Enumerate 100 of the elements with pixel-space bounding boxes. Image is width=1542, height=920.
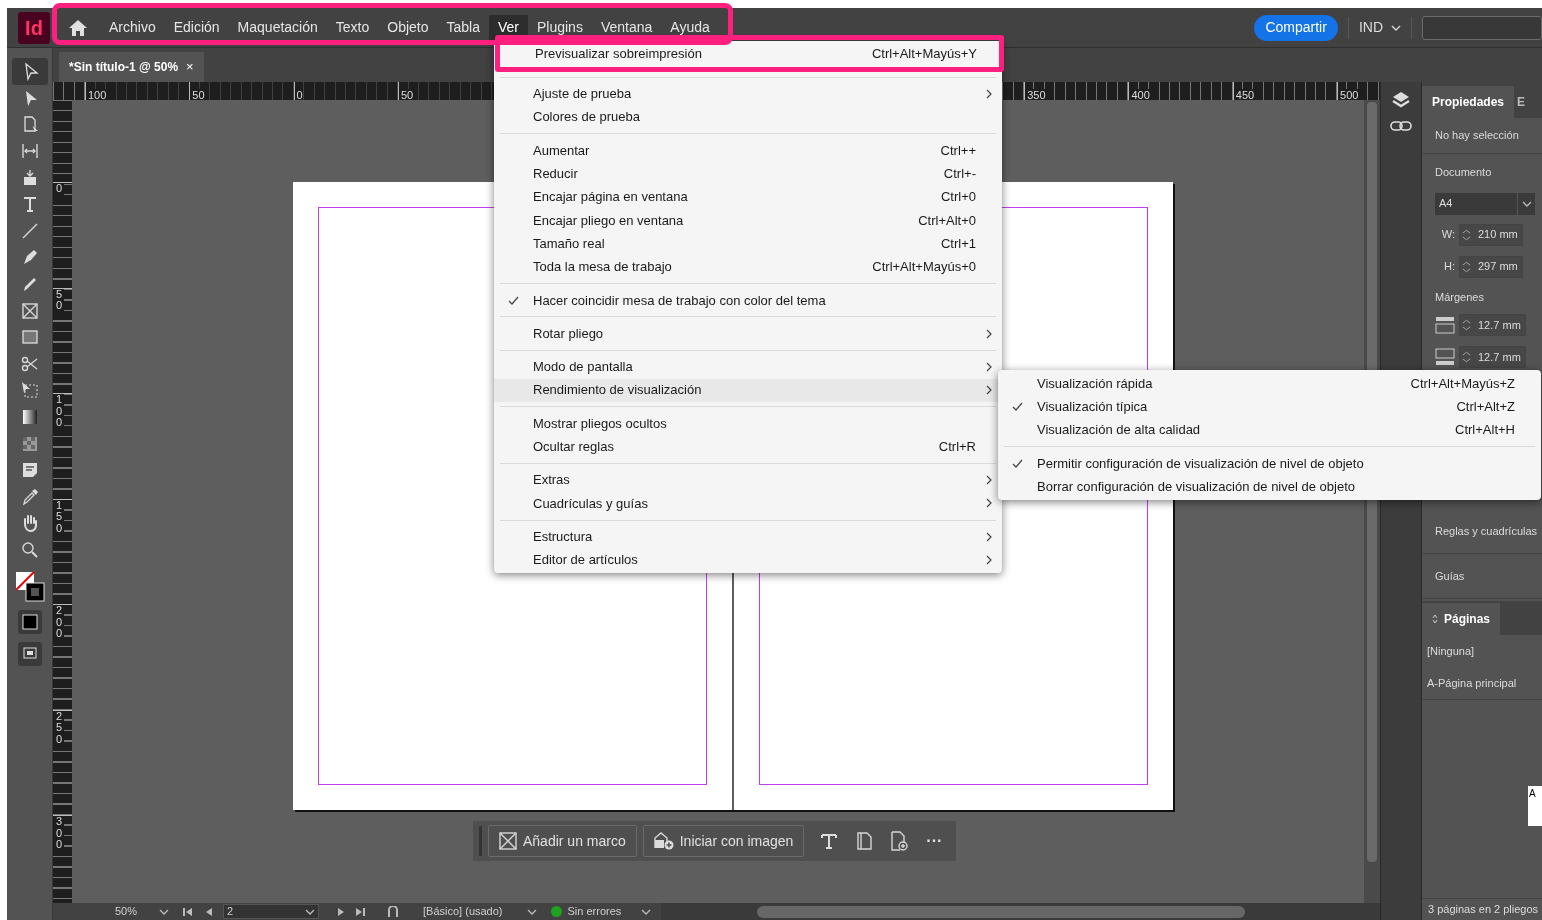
document-title: *Sin título-1 @ 50% xyxy=(69,59,179,76)
ruler-label: 50 xyxy=(190,89,205,101)
last-page-icon[interactable] xyxy=(355,906,366,917)
chevron-down-icon[interactable] xyxy=(159,908,170,915)
section-heading[interactable]: Guías xyxy=(1435,567,1465,585)
stepper-icon xyxy=(1460,258,1474,275)
next-page-icon[interactable] xyxy=(337,906,346,917)
page-count: 3 páginas en 2 pliegos xyxy=(1428,902,1539,918)
chevron-down-icon xyxy=(1391,24,1401,31)
home-icon[interactable] xyxy=(68,18,88,37)
stepper-icon xyxy=(1460,317,1474,333)
menu-item[interactable]: Plugins xyxy=(528,14,592,41)
ruler-label: 150 xyxy=(53,499,64,535)
ruler-label: 400 xyxy=(1129,89,1150,101)
chevron-down-icon xyxy=(1521,200,1532,207)
sort-icon xyxy=(1432,614,1438,624)
frame-tool-icon xyxy=(19,300,40,321)
number-field[interactable]: 12.7 mm xyxy=(1459,346,1526,368)
menu-item[interactable]: Ventana xyxy=(591,14,662,41)
number-field[interactable]: 297 mm xyxy=(1459,255,1523,278)
parent-page-item[interactable]: A-Página principal xyxy=(1427,674,1517,692)
more-button[interactable]: ··· xyxy=(926,833,943,849)
free-transform-icon xyxy=(19,380,40,401)
menu-item[interactable]: Texto xyxy=(326,14,379,41)
page-thumbnail[interactable]: A xyxy=(1528,786,1542,826)
zoom-level[interactable]: 50% xyxy=(115,903,138,920)
menu-item[interactable]: Tabla xyxy=(437,14,489,41)
context-button[interactable]: Iniciar con imagen xyxy=(642,825,805,857)
panel-tab[interactable]: Páginas xyxy=(1422,603,1501,635)
type-icon[interactable] xyxy=(820,832,839,850)
document-icon[interactable] xyxy=(856,832,873,850)
workspace-dropdown[interactable]: IND xyxy=(1358,17,1401,38)
menu-entry[interactable]: Encajar pliego en ventana Ctrl+Alt+0 xyxy=(494,208,1002,233)
menu-item[interactable]: Edición xyxy=(164,14,229,41)
menu-entry[interactable]: Ajuste de prueba xyxy=(494,82,1002,106)
preflight-status: Sin errores xyxy=(567,904,622,920)
chevron-down-icon xyxy=(305,908,316,915)
status-dot-icon xyxy=(550,906,562,917)
ruler-label: 0 xyxy=(53,183,64,195)
normal-mode-icon xyxy=(16,609,43,636)
horizontal-scrollbar-thumb[interactable] xyxy=(757,905,1246,918)
preflight-profile[interactable]: [Básico] (usado) xyxy=(423,903,503,920)
menu-entry[interactable]: Reducir Ctrl+- xyxy=(494,162,1002,186)
ruler-label: 500 xyxy=(1338,89,1359,101)
context-button[interactable]: Añadir un marco xyxy=(488,825,637,857)
section-heading: Márgenes xyxy=(1435,289,1485,305)
ruler-label: 350 xyxy=(1025,89,1046,101)
menu-entry[interactable]: Aumentar Ctrl++ xyxy=(494,138,1002,163)
stepper-icon xyxy=(1460,349,1474,365)
ruler-label: 200 xyxy=(53,605,64,640)
fill-stroke-swatch-icon xyxy=(14,571,45,604)
menu-item[interactable]: Objeto xyxy=(378,14,438,41)
menu-entry[interactable]: Previsualizar sobreimpresión Ctrl+Alt+Mayús+Y xyxy=(496,42,1003,66)
menu-entry[interactable]: Tamaño real Ctrl+1 xyxy=(494,232,1002,256)
image-add-icon xyxy=(653,832,674,850)
top-margin-icon xyxy=(1435,316,1455,334)
page-add-icon[interactable] xyxy=(890,831,909,851)
chevron-down-icon[interactable] xyxy=(641,908,652,915)
app-logo: Id xyxy=(18,11,50,44)
frame-icon xyxy=(499,832,517,850)
ruler-label: 50 xyxy=(53,288,64,312)
first-page-icon[interactable] xyxy=(183,906,194,917)
menu-entry[interactable]: Encajar página en ventana Ctrl+0 xyxy=(494,185,1002,209)
menu-entry[interactable]: Colores de prueba xyxy=(494,105,1002,129)
section-heading[interactable]: Reglas y cuadrículas xyxy=(1435,522,1538,540)
section-heading: Documento xyxy=(1435,165,1493,180)
panel-tab[interactable]: Propiedades xyxy=(1422,86,1515,118)
layers-icon[interactable] xyxy=(1391,90,1411,110)
chevron-down-icon[interactable] xyxy=(526,908,537,915)
previous-page-icon[interactable] xyxy=(205,906,214,917)
menu-entry[interactable]: Rotar pliego xyxy=(494,321,1002,346)
menu-item[interactable]: Archivo xyxy=(100,14,165,41)
share-button[interactable]: Compartir xyxy=(1254,14,1338,41)
link-icon[interactable] xyxy=(1390,120,1412,132)
menu-item[interactable]: Ayuda xyxy=(661,14,719,41)
menu-item[interactable]: Maquetación xyxy=(228,14,327,41)
number-field[interactable]: 210 mm xyxy=(1459,223,1523,246)
parent-page-item[interactable]: [Ninguna] xyxy=(1427,642,1475,660)
ruler-label: 100 xyxy=(86,89,107,101)
ruler-label: 450 xyxy=(1233,89,1255,101)
field-label: W: xyxy=(1440,227,1455,243)
panel-tab[interactable]: E xyxy=(1514,86,1529,118)
ruler-label: 50 xyxy=(398,89,414,101)
search-field[interactable] xyxy=(1422,15,1542,40)
menu-entry[interactable]: Hacer coincidir mesa de trabajo con color del tema xyxy=(494,288,1002,312)
stepper-icon xyxy=(1460,226,1474,243)
bottom-margin-icon xyxy=(1435,348,1455,366)
page-number-field[interactable]: 2 xyxy=(223,904,320,919)
menu-entry[interactable]: Toda la mesa de trabajo Ctrl+Alt+Mayús+0 xyxy=(494,255,1002,279)
number-field[interactable]: 12.7 mm xyxy=(1459,314,1526,336)
menu-entry[interactable]: Estructura xyxy=(494,525,1002,549)
tool-button[interactable] xyxy=(11,58,48,85)
zoom-icon xyxy=(19,540,40,560)
ruler-label: 300 xyxy=(53,816,64,851)
menu-entry[interactable]: Editor de artículos xyxy=(494,548,1002,572)
document-tab[interactable]: *Sin título-1 @ 50% × xyxy=(59,52,204,82)
screen-mode-icon xyxy=(16,641,43,668)
selection-status: No hay selección xyxy=(1435,128,1519,144)
close-tab-button[interactable]: × xyxy=(186,57,194,77)
page-size-dropdown[interactable]: A4 xyxy=(1435,192,1535,215)
